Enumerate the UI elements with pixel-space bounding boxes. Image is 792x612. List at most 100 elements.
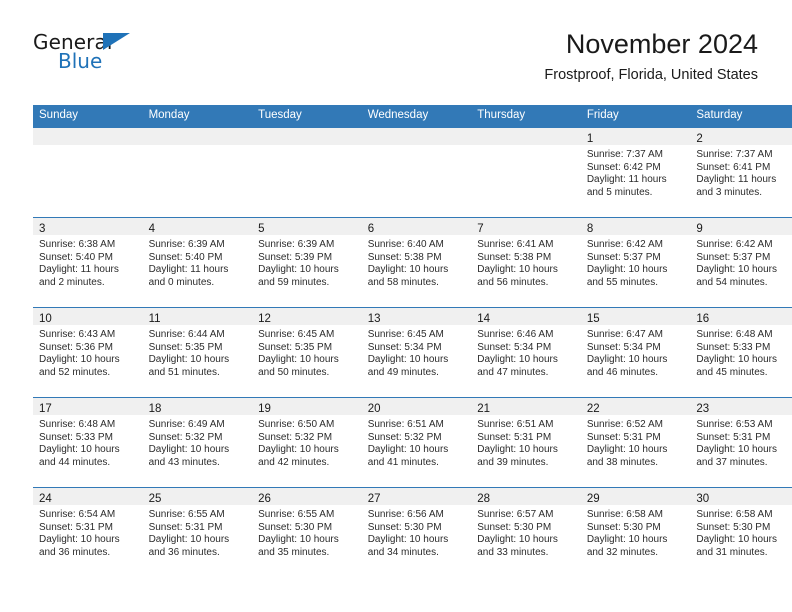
calendar-day-cell[interactable]: 10 Sunrise: 6:43 AM Sunset: 5:36 PM Dayligh… xyxy=(33,307,143,398)
sunrise-text: Sunrise: 7:37 AM xyxy=(586,149,663,160)
day-number: 9 xyxy=(696,223,703,235)
day-number-band: 16 xyxy=(690,308,792,325)
general-blue-logo[interactable]: General Blue xyxy=(33,30,148,76)
calendar-day-cell[interactable]: 15 Sunrise: 6:47 AM Sunset: 5:34 PM Dayligh… xyxy=(580,307,691,398)
day-number-band: 1 xyxy=(580,128,691,145)
daylight-text-line1: Daylight: 10 hours xyxy=(148,444,230,456)
sunset-text: Sunset: 6:42 PM xyxy=(586,161,661,173)
daylight-text-line2: and 50 minutes. xyxy=(258,366,330,378)
sunrise-text: Sunrise: 6:41 AM xyxy=(477,239,554,250)
sunrise-text: Sunrise: 6:45 AM xyxy=(367,329,444,340)
day-number: 21 xyxy=(477,403,491,415)
daylight-text-line1: Daylight: 10 hours xyxy=(586,534,668,546)
daylight-text-line1: Daylight: 10 hours xyxy=(586,354,668,366)
calendar-day-cell[interactable]: 25 Sunrise: 6:55 AM Sunset: 5:31 PM Dayligh… xyxy=(142,487,253,577)
day-number: 29 xyxy=(586,493,600,505)
page-title: November 2024 xyxy=(565,29,758,59)
calendar-day-cell[interactable]: 4 Sunrise: 6:39 AM Sunset: 5:40 PM Daylight… xyxy=(142,217,253,308)
calendar-day-cell[interactable]: 3 Sunrise: 6:38 AM Sunset: 5:40 PM Daylight… xyxy=(33,217,143,308)
calendar-day-cell[interactable]: 26 Sunrise: 6:55 AM Sunset: 5:30 PM Dayligh… xyxy=(252,487,362,577)
day-number: 18 xyxy=(148,403,162,415)
daylight-text-line2: and 2 minutes. xyxy=(39,276,105,288)
calendar-day-cell-empty xyxy=(33,127,143,218)
daylight-text-line1: Daylight: 10 hours xyxy=(696,354,777,366)
daylight-text-line1: Daylight: 10 hours xyxy=(367,444,449,456)
sunset-text: Sunset: 5:35 PM xyxy=(258,341,333,353)
day-number-band: 4 xyxy=(142,218,253,235)
day-details: Sunrise: 6:57 AM Sunset: 5:30 PM Daylight:… xyxy=(471,505,581,559)
daylight-text-line1: Daylight: 10 hours xyxy=(586,444,668,456)
day-details: Sunrise: 6:47 AM Sunset: 5:34 PM Daylight:… xyxy=(581,325,691,379)
calendar-day-cell[interactable]: 29 Sunrise: 6:58 AM Sunset: 5:30 PM Dayligh… xyxy=(580,487,691,577)
day-cell-inner: 26 Sunrise: 6:55 AM Sunset: 5:30 PM Dayligh… xyxy=(252,488,362,577)
day-cell-inner: 18 Sunrise: 6:49 AM Sunset: 5:32 PM Dayligh… xyxy=(142,398,253,487)
calendar-day-cell[interactable]: 1 Sunrise: 7:37 AM Sunset: 6:42 PM Daylight… xyxy=(580,127,691,218)
calendar-day-cell[interactable]: 18 Sunrise: 6:49 AM Sunset: 5:32 PM Dayligh… xyxy=(142,397,253,488)
calendar-day-cell[interactable]: 23 Sunrise: 6:53 AM Sunset: 5:31 PM Dayligh… xyxy=(690,397,792,488)
calendar-day-cell[interactable]: 12 Sunrise: 6:45 AM Sunset: 5:35 PM Dayligh… xyxy=(252,307,362,398)
calendar-day-cell[interactable]: 19 Sunrise: 6:50 AM Sunset: 5:32 PM Dayligh… xyxy=(252,397,362,488)
calendar-day-cell[interactable]: 30 Sunrise: 6:58 AM Sunset: 5:30 PM Dayligh… xyxy=(690,487,792,577)
calendar-day-cell[interactable]: 5 Sunrise: 6:39 AM Sunset: 5:39 PM Daylight… xyxy=(252,217,362,308)
sunrise-text: Sunrise: 6:57 AM xyxy=(477,509,554,520)
sunrise-text: Sunrise: 6:55 AM xyxy=(258,509,335,520)
day-cell-inner xyxy=(33,128,143,217)
calendar-day-cell[interactable]: 21 Sunrise: 6:51 AM Sunset: 5:31 PM Dayligh… xyxy=(471,397,581,488)
daylight-text-line2: and 0 minutes. xyxy=(148,276,215,288)
day-number: 22 xyxy=(586,403,600,415)
calendar-day-cell[interactable]: 17 Sunrise: 6:48 AM Sunset: 5:33 PM Dayligh… xyxy=(33,397,143,488)
sunrise-text: Sunrise: 6:44 AM xyxy=(148,329,225,340)
calendar-day-cell[interactable]: 8 Sunrise: 6:42 AM Sunset: 5:37 PM Daylight… xyxy=(580,217,691,308)
calendar-day-cell[interactable]: 28 Sunrise: 6:57 AM Sunset: 5:30 PM Dayligh… xyxy=(471,487,581,577)
daylight-text-line1: Daylight: 10 hours xyxy=(367,354,449,366)
calendar-day-cell[interactable]: 13 Sunrise: 6:45 AM Sunset: 5:34 PM Dayligh… xyxy=(361,307,472,398)
daylight-text-line1: Daylight: 10 hours xyxy=(586,264,668,276)
sunset-text: Sunset: 5:32 PM xyxy=(148,431,223,443)
day-number: 3 xyxy=(39,223,46,235)
daylight-text-line2: and 46 minutes. xyxy=(586,366,658,378)
day-number-band: 24 xyxy=(33,488,143,505)
day-number-band: 10 xyxy=(33,308,143,325)
sunset-text: Sunset: 5:38 PM xyxy=(477,251,552,263)
sunset-text: Sunset: 5:30 PM xyxy=(367,521,442,533)
calendar-day-cell[interactable]: 6 Sunrise: 6:40 AM Sunset: 5:38 PM Daylight… xyxy=(361,217,472,308)
calendar-day-cell[interactable]: 7 Sunrise: 6:41 AM Sunset: 5:38 PM Daylight… xyxy=(471,217,581,308)
calendar-day-cell[interactable]: 11 Sunrise: 6:44 AM Sunset: 5:35 PM Dayligh… xyxy=(142,307,253,398)
day-number: 4 xyxy=(148,223,155,235)
sunrise-text: Sunrise: 6:42 AM xyxy=(586,239,663,250)
calendar-day-cell-empty xyxy=(361,127,472,218)
daylight-text-line1: Daylight: 10 hours xyxy=(367,264,449,276)
daylight-text-line1: Daylight: 11 hours xyxy=(586,174,667,186)
day-cell-inner: 25 Sunrise: 6:55 AM Sunset: 5:31 PM Dayligh… xyxy=(142,488,253,577)
sunrise-text: Sunrise: 6:47 AM xyxy=(586,329,663,340)
day-number-band xyxy=(33,128,143,145)
sunset-text: Sunset: 5:31 PM xyxy=(696,431,771,443)
calendar-week-row: 3 Sunrise: 6:38 AM Sunset: 5:40 PM Daylight… xyxy=(33,217,792,308)
calendar-day-cell[interactable]: 14 Sunrise: 6:46 AM Sunset: 5:34 PM Dayligh… xyxy=(471,307,581,398)
sunrise-text: Sunrise: 6:54 AM xyxy=(39,509,116,520)
day-details: Sunrise: 6:40 AM Sunset: 5:38 PM Daylight:… xyxy=(362,235,472,289)
day-details: Sunrise: 6:54 AM Sunset: 5:31 PM Daylight:… xyxy=(33,505,143,559)
sunset-text: Sunset: 5:39 PM xyxy=(258,251,333,263)
daylight-text-line1: Daylight: 10 hours xyxy=(477,444,558,456)
day-number-band: 11 xyxy=(142,308,253,325)
daylight-text-line2: and 42 minutes. xyxy=(258,456,330,468)
day-cell-inner: 3 Sunrise: 6:38 AM Sunset: 5:40 PM Daylight… xyxy=(33,218,143,307)
daylight-text-line1: Daylight: 10 hours xyxy=(477,534,558,546)
sunset-text: Sunset: 5:34 PM xyxy=(367,341,442,353)
sunset-text: Sunset: 5:36 PM xyxy=(39,341,113,353)
triangle-icon xyxy=(103,33,130,50)
calendar-day-cell[interactable]: 24 Sunrise: 6:54 AM Sunset: 5:31 PM Dayligh… xyxy=(33,487,143,577)
day-cell-inner xyxy=(252,128,362,217)
day-details: Sunrise: 6:48 AM Sunset: 5:33 PM Daylight:… xyxy=(690,325,792,379)
calendar-day-cell[interactable]: 9 Sunrise: 6:42 AM Sunset: 5:37 PM Daylight… xyxy=(690,217,792,308)
calendar-day-cell[interactable]: 22 Sunrise: 6:52 AM Sunset: 5:31 PM Dayligh… xyxy=(580,397,691,488)
calendar-day-cell[interactable]: 2 Sunrise: 7:37 AM Sunset: 6:41 PM Daylight… xyxy=(690,127,792,218)
day-number: 5 xyxy=(258,223,265,235)
day-cell-inner: 19 Sunrise: 6:50 AM Sunset: 5:32 PM Dayligh… xyxy=(252,398,362,487)
day-number-band: 21 xyxy=(471,398,581,415)
calendar-day-cell[interactable]: 27 Sunrise: 6:56 AM Sunset: 5:30 PM Dayligh… xyxy=(361,487,472,577)
day-details: Sunrise: 6:56 AM Sunset: 5:30 PM Daylight:… xyxy=(362,505,472,559)
calendar-day-cell[interactable]: 16 Sunrise: 6:48 AM Sunset: 5:33 PM Dayligh… xyxy=(690,307,792,398)
calendar-day-cell[interactable]: 20 Sunrise: 6:51 AM Sunset: 5:32 PM Dayligh… xyxy=(361,397,472,488)
